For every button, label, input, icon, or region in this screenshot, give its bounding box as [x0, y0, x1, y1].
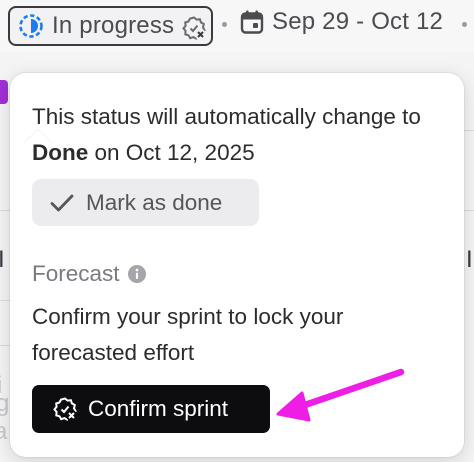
- divider: [0, 300, 10, 301]
- date-range[interactable]: Sep 29 - Oct 12: [240, 8, 443, 36]
- status-done-label: Done: [32, 140, 89, 165]
- checkmark-icon: [50, 193, 74, 213]
- divider: [0, 345, 10, 346]
- mark-as-done-button[interactable]: Mark as done: [32, 179, 259, 226]
- tag-marker: [0, 80, 8, 104]
- confirm-sprint-label: Confirm sprint: [88, 396, 229, 421]
- info-icon[interactable]: [127, 265, 146, 283]
- forecast-description: Confirm your sprint to lock your forecas…: [32, 304, 344, 365]
- separator-dot: [222, 22, 227, 27]
- sprint-badge-x-icon[interactable]: [181, 15, 207, 46]
- confirm-sprint-button[interactable]: Confirm sprint: [32, 385, 270, 433]
- divider: [464, 210, 474, 211]
- forecast-title: Forecast: [32, 261, 120, 286]
- background-text: a: [0, 418, 8, 445]
- status-chip[interactable]: In progress: [8, 6, 213, 46]
- in-progress-icon: [18, 13, 44, 39]
- auto-status-date-text: on Oct 12, 2025: [88, 140, 255, 165]
- background-text: I: [0, 246, 5, 273]
- status-label: In progress: [52, 12, 175, 39]
- forecast-heading: Forecast: [32, 261, 146, 287]
- status-popover: This status will automatically change to…: [10, 73, 464, 457]
- background-text: g: [0, 390, 10, 417]
- auto-status-text: This status will automatically change to: [32, 104, 421, 129]
- divider: [464, 130, 474, 131]
- sprint-badge-x-icon: [52, 396, 78, 422]
- divider: [0, 210, 10, 211]
- calendar-icon: [240, 9, 264, 35]
- background-text: I: [466, 246, 473, 273]
- auto-status-message: This status will automatically change to…: [32, 99, 442, 171]
- separator-dot: [462, 22, 467, 27]
- date-range-label: Sep 29 - Oct 12: [272, 8, 444, 35]
- mark-as-done-label: Mark as done: [86, 189, 223, 215]
- task-meta-bar: In progress Sep 29 - Oct 12: [0, 0, 474, 52]
